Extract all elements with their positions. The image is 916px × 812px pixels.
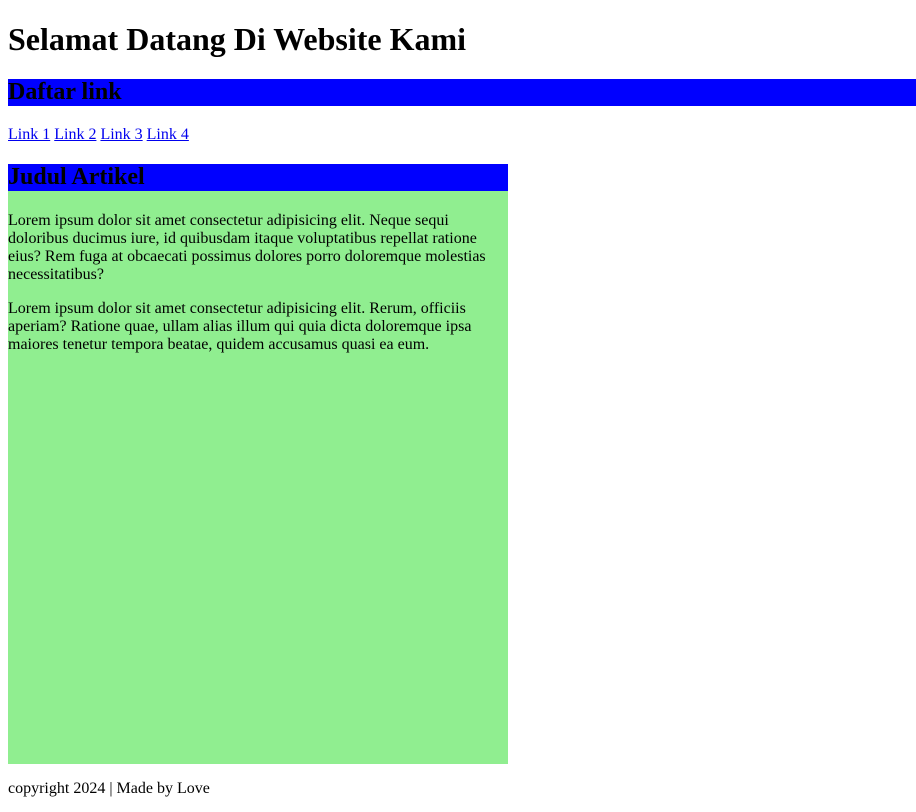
- link-4[interactable]: Link 4: [147, 126, 189, 143]
- link-3[interactable]: Link 3: [100, 126, 142, 143]
- link-list: Link 1 Link 2 Link 3 Link 4: [8, 126, 189, 144]
- link-2[interactable]: Link 2: [54, 126, 96, 143]
- link-1[interactable]: Link 1: [8, 126, 50, 143]
- article-header: Judul Artikel: [8, 164, 508, 191]
- article-paragraph-1: Lorem ipsum dolor sit amet consectetur a…: [8, 212, 486, 283]
- article-paragraph-2: Lorem ipsum dolor sit amet consectetur a…: [8, 300, 472, 353]
- article: Judul Artikel Lorem ipsum dolor sit amet…: [8, 164, 508, 764]
- page-title: Selamat Datang Di Website Kami: [8, 21, 467, 57]
- footer-copyright: copyright 2024 | Made by Love: [8, 780, 210, 797]
- article-title: Judul Artikel: [8, 164, 145, 190]
- link-list-heading: Daftar link: [8, 79, 122, 105]
- page: Selamat Datang Di Website Kami Daftar li…: [0, 0, 916, 812]
- link-list-header: Daftar link: [8, 79, 916, 106]
